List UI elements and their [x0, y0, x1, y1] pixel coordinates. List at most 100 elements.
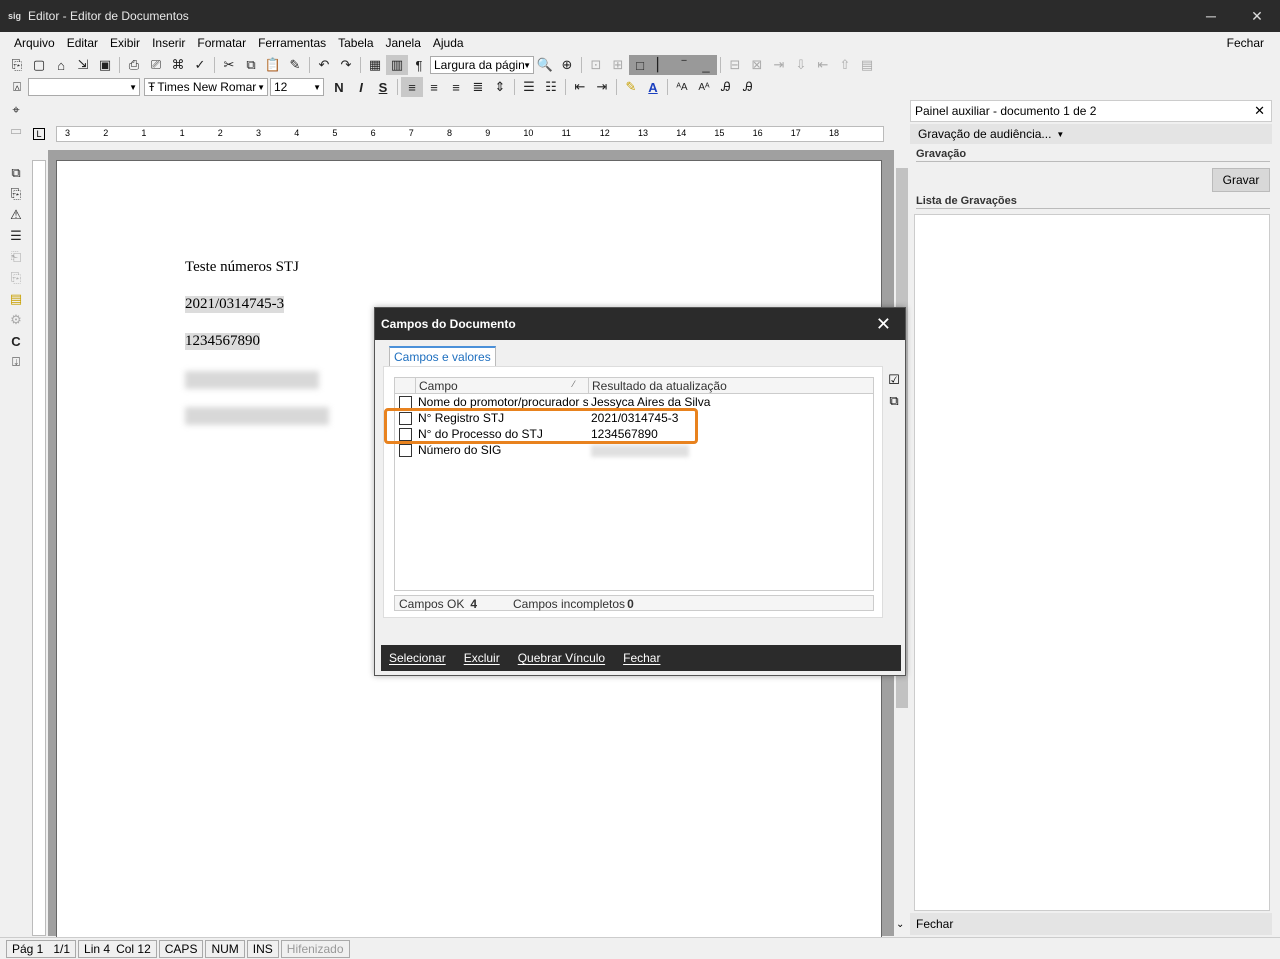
- align-left-icon[interactable]: ≡: [401, 77, 423, 97]
- bold-button[interactable]: N: [328, 77, 350, 97]
- font-select[interactable]: Ŧ Times New Romar ▼: [144, 78, 268, 96]
- insert-row-icon[interactable]: ⇥: [768, 55, 790, 75]
- dialog-close-icon[interactable]: ✕: [876, 314, 891, 335]
- horizontal-ruler[interactable]: 3 2 1 1 2 3 4 5 6 7 8 9 10 11 12 13 14 15 16 17 18: [56, 126, 884, 142]
- recordings-list[interactable]: [914, 214, 1270, 911]
- save-icon[interactable]: ▣: [94, 55, 116, 75]
- doc-field-registro[interactable]: 2021/0314745-3: [185, 296, 285, 313]
- font-size-select[interactable]: 12 ▼: [270, 78, 324, 96]
- increase-indent-icon[interactable]: ⇥: [591, 77, 613, 97]
- check-all-icon[interactable]: ☑: [885, 372, 903, 388]
- zoom-select[interactable]: Largura da págin ▼: [430, 56, 534, 74]
- templates-icon[interactable]: ⎘: [5, 184, 27, 204]
- doc-line-title[interactable]: Teste números STJ: [185, 259, 299, 276]
- menu-arquivo[interactable]: Arquivo: [8, 36, 61, 50]
- print-icon[interactable]: ⎙: [123, 55, 145, 75]
- cut-icon[interactable]: ✂: [218, 55, 240, 75]
- close-dialog-button[interactable]: Fechar: [623, 651, 660, 665]
- new-document-icon[interactable]: ▢: [28, 55, 50, 75]
- merge-cells-icon[interactable]: ⊟: [724, 55, 746, 75]
- border-top-icon[interactable]: ‾: [673, 55, 695, 75]
- zoom-out-icon[interactable]: 🔍: [534, 55, 556, 75]
- split-cells-icon[interactable]: ⊠: [746, 55, 768, 75]
- border-left-icon[interactable]: ▏: [651, 55, 673, 75]
- redo-icon[interactable]: ↷: [335, 55, 357, 75]
- copy-doc-icon[interactable]: ⎘: [5, 268, 27, 288]
- line-spacing-icon[interactable]: ⇕: [489, 77, 511, 97]
- insert-image-icon[interactable]: ▭: [5, 121, 27, 141]
- table-properties-icon[interactable]: ▤: [856, 55, 878, 75]
- tab-stop-selector[interactable]: L: [33, 128, 45, 140]
- delete-column-icon[interactable]: ⇧: [834, 55, 856, 75]
- open-folder-icon[interactable]: ⌂: [50, 55, 72, 75]
- table-borders-icon[interactable]: ⊡: [585, 55, 607, 75]
- spellcheck-icon[interactable]: ✓: [189, 55, 211, 75]
- select-button[interactable]: Selecionar: [389, 651, 446, 665]
- print-preview-icon[interactable]: ⎚: [145, 55, 167, 75]
- shrink-font-icon[interactable]: Aᴬ: [693, 77, 715, 97]
- menu-editar[interactable]: Editar: [61, 36, 104, 50]
- tab-campos-valores[interactable]: Campos e valores: [389, 346, 496, 366]
- sign-icon[interactable]: ▤: [5, 289, 27, 309]
- warnings-icon[interactable]: ⚠: [5, 205, 27, 225]
- change-case-icon[interactable]: Ꭿ: [715, 77, 737, 97]
- bullet-list-icon[interactable]: ☰: [518, 77, 540, 97]
- open-file-icon[interactable]: ⇲: [72, 55, 94, 75]
- menu-tabela[interactable]: Tabela: [332, 36, 379, 50]
- align-center-icon[interactable]: ≡: [423, 77, 445, 97]
- close-window-button[interactable]: ✕: [1234, 0, 1280, 32]
- copy-icon[interactable]: ⧉: [240, 55, 262, 75]
- delete-row-icon[interactable]: ⇤: [812, 55, 834, 75]
- table-grid-icon[interactable]: ⊞: [607, 55, 629, 75]
- border-outside-icon[interactable]: □: [629, 55, 651, 75]
- numbered-list-icon[interactable]: ☷: [540, 77, 562, 97]
- panel-close-icon[interactable]: ✕: [1254, 103, 1265, 119]
- format-painter-icon[interactable]: ✎: [284, 55, 306, 75]
- menu-fechar[interactable]: Fechar: [1221, 36, 1270, 50]
- minimize-button[interactable]: ─: [1188, 0, 1234, 32]
- columns-icon[interactable]: ▥: [386, 55, 408, 75]
- panel-close-button[interactable]: Fechar: [916, 917, 953, 931]
- highlight-icon[interactable]: ✎: [620, 77, 642, 97]
- certify-icon[interactable]: ⚙: [5, 310, 27, 330]
- paragraph-marks-icon[interactable]: ¶: [408, 55, 430, 75]
- paint-icon[interactable]: ⍗: [5, 352, 27, 372]
- attachments-icon[interactable]: ⎗: [5, 247, 27, 267]
- align-right-icon[interactable]: ≡: [445, 77, 467, 97]
- grow-font-icon[interactable]: ᴬA: [671, 77, 693, 97]
- border-bottom-icon[interactable]: _: [695, 55, 717, 75]
- undo-icon[interactable]: ↶: [313, 55, 335, 75]
- insert-column-icon[interactable]: ⇩: [790, 55, 812, 75]
- decrease-indent-icon[interactable]: ⇤: [569, 77, 591, 97]
- italic-button[interactable]: I: [350, 77, 372, 97]
- page-setup-icon[interactable]: ⌘: [167, 55, 189, 75]
- menu-ajuda[interactable]: Ajuda: [427, 36, 470, 50]
- menu-ferramentas[interactable]: Ferramentas: [252, 36, 332, 50]
- style-select[interactable]: ▼: [28, 78, 140, 96]
- table-row[interactable]: Número do SIG: [395, 442, 873, 458]
- row-checkbox[interactable]: [399, 444, 412, 457]
- insert-table-icon[interactable]: ▦: [364, 55, 386, 75]
- panel-footer[interactable]: ⌄ Fechar: [896, 913, 1272, 935]
- menu-exibir[interactable]: Exibir: [104, 36, 146, 50]
- document-fields-icon[interactable]: ⧉: [5, 163, 27, 183]
- doc-field-processo[interactable]: 1234567890: [185, 333, 260, 350]
- new-from-template-icon[interactable]: ⎘: [6, 55, 28, 75]
- fields-icon[interactable]: ⌖: [5, 100, 27, 120]
- column-header-campo[interactable]: Campo: [419, 379, 458, 393]
- font-color-icon[interactable]: A: [642, 77, 664, 97]
- copy-fields-icon[interactable]: ⧉: [885, 393, 903, 409]
- underline-button[interactable]: S: [372, 77, 394, 97]
- clear-format-icon[interactable]: Ꭿ: [737, 77, 759, 97]
- outline-icon[interactable]: ☰: [5, 226, 27, 246]
- c-icon[interactable]: C: [5, 331, 27, 351]
- menu-formatar[interactable]: Formatar: [191, 36, 252, 50]
- menu-inserir[interactable]: Inserir: [146, 36, 191, 50]
- menu-janela[interactable]: Janela: [380, 36, 427, 50]
- delete-button[interactable]: Excluir: [464, 651, 500, 665]
- record-button[interactable]: Gravar: [1212, 168, 1270, 192]
- zoom-in-icon[interactable]: ⊕: [556, 55, 578, 75]
- break-link-button[interactable]: Quebrar Vínculo: [518, 651, 605, 665]
- panel-dropdown[interactable]: Gravação de audiência... ▼: [910, 124, 1272, 144]
- justify-icon[interactable]: ≣: [467, 77, 489, 97]
